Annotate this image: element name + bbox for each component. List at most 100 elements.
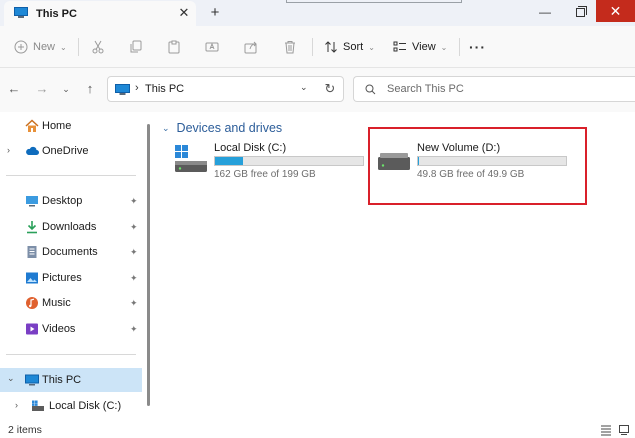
sidebar-item-local-disk-c[interactable]: › Local Disk (C:) xyxy=(0,394,142,418)
content-pane: ⌄ Devices and drives Local Disk (C:) 162… xyxy=(156,112,635,438)
address-dropdown-button[interactable]: ⌄ xyxy=(300,82,308,93)
sidebar-item-home[interactable]: Home xyxy=(0,114,142,138)
tab-drag-outline xyxy=(286,0,462,3)
home-icon xyxy=(25,119,39,132)
refresh-button[interactable]: ↻ xyxy=(322,81,338,97)
details-view-icon[interactable] xyxy=(600,424,612,436)
tab-this-pc[interactable]: This PC ✕ xyxy=(4,1,196,26)
desktop-icon xyxy=(26,196,38,207)
sort-button-label: Sort xyxy=(343,41,364,53)
chevron-down-icon: ⌄ xyxy=(440,42,448,52)
search-icon xyxy=(365,84,376,95)
drive-usage-bar xyxy=(214,156,364,166)
more-icon: ··· xyxy=(469,39,486,55)
windows-drive-icon xyxy=(175,145,207,172)
pin-icon: ✦ xyxy=(130,273,138,283)
sidebar-item-music[interactable]: Music ✦ xyxy=(0,291,142,315)
search-box[interactable]: Search This PC xyxy=(353,76,635,102)
sidebar-item-desktop[interactable]: Desktop ✦ xyxy=(0,189,142,213)
view-icon xyxy=(393,41,406,52)
highlight-annotation-box xyxy=(368,127,587,205)
search-placeholder: Search This PC xyxy=(387,83,464,95)
sidebar-scrollbar[interactable] xyxy=(147,124,150,406)
group-title: Devices and drives xyxy=(176,121,283,135)
new-tab-button[interactable]: + xyxy=(206,4,224,22)
computer-icon xyxy=(14,7,28,18)
restore-button[interactable] xyxy=(566,3,596,23)
tiles-view-icon[interactable] xyxy=(618,424,630,436)
close-window-button[interactable]: ✕ xyxy=(596,0,635,22)
drive-icon xyxy=(32,400,44,411)
sidebar-item-videos[interactable]: Videos ✦ xyxy=(0,317,142,341)
chevron-down-icon[interactable]: ⌄ xyxy=(7,373,17,384)
download-icon xyxy=(27,221,37,234)
sidebar-item-downloads[interactable]: Downloads ✦ xyxy=(0,215,142,239)
back-button[interactable]: ← xyxy=(6,81,22,97)
pictures-icon xyxy=(26,272,38,284)
new-button-label: New xyxy=(33,41,56,53)
status-bar: 2 items xyxy=(0,422,635,438)
videos-icon xyxy=(26,323,38,335)
trash-icon xyxy=(285,41,295,54)
drive-tile-c[interactable]: Local Disk (C:) 162 GB free of 199 GB xyxy=(174,140,374,186)
sidebar-item-label: Pictures xyxy=(42,272,82,284)
sort-button[interactable]: Sort ⌄ xyxy=(324,37,375,57)
sidebar-divider xyxy=(6,175,136,176)
copy-button[interactable] xyxy=(129,37,143,57)
toolbar-divider xyxy=(78,38,79,56)
recent-locations-button[interactable]: ⌄ xyxy=(58,81,74,97)
sidebar-item-label: Music xyxy=(42,297,71,309)
breadcrumb-separator: › xyxy=(135,82,139,94)
chevron-right-icon[interactable]: › xyxy=(7,145,17,155)
paste-icon xyxy=(168,40,180,54)
sidebar-item-label: Documents xyxy=(42,246,98,258)
close-tab-button[interactable]: ✕ xyxy=(176,5,192,21)
sidebar-item-label: Local Disk (C:) xyxy=(49,400,122,412)
rename-button[interactable] xyxy=(205,37,219,57)
chevron-down-icon: ⌄ xyxy=(368,42,375,52)
drive-usage-fill xyxy=(215,157,243,165)
computer-icon xyxy=(25,374,39,386)
cloud-icon xyxy=(26,146,39,155)
sort-icon xyxy=(325,41,337,53)
view-button[interactable]: View ⌄ xyxy=(393,37,447,57)
chevron-right-icon[interactable]: › xyxy=(15,400,25,410)
sidebar-item-documents[interactable]: Documents ✦ xyxy=(0,240,142,264)
up-button[interactable]: ↑ xyxy=(82,81,98,97)
sidebar-item-onedrive[interactable]: › OneDrive xyxy=(0,139,142,163)
sidebar-divider xyxy=(6,354,136,355)
pin-icon: ✦ xyxy=(130,298,138,308)
tab-title: This PC xyxy=(36,8,77,20)
sidebar-item-label: Home xyxy=(42,120,72,132)
address-row: ← → ⌄ ↑ › This PC ⌄ ↻ Search This PC xyxy=(0,68,635,112)
forward-button[interactable]: → xyxy=(34,81,50,97)
toolbar-divider xyxy=(459,38,460,56)
scissors-icon xyxy=(92,40,104,54)
sidebar-item-label: Desktop xyxy=(42,195,83,207)
minimize-button[interactable]: — xyxy=(530,3,560,23)
group-header-devices[interactable]: ⌄ Devices and drives xyxy=(162,121,282,135)
sidebar-item-pictures[interactable]: Pictures ✦ xyxy=(0,266,142,290)
chevron-down-icon: ⌄ xyxy=(60,42,67,52)
more-options-button[interactable]: ··· xyxy=(469,37,486,57)
cut-button[interactable] xyxy=(91,37,105,57)
sidebar-item-label: OneDrive xyxy=(42,145,89,157)
pin-icon: ✦ xyxy=(130,196,138,206)
music-icon xyxy=(26,297,38,309)
chevron-down-icon: ⌄ xyxy=(162,122,170,133)
drive-free-space: 162 GB free of 199 GB xyxy=(214,169,316,180)
restore-icon xyxy=(576,8,585,17)
copy-icon xyxy=(130,40,142,53)
sidebar-item-this-pc[interactable]: ⌄ This PC xyxy=(0,368,142,392)
address-bar[interactable]: › This PC ⌄ xyxy=(107,76,344,102)
rename-icon xyxy=(205,42,219,52)
delete-button[interactable] xyxy=(283,37,297,57)
paste-button[interactable] xyxy=(167,37,181,57)
sidebar-item-label: This PC xyxy=(42,374,82,386)
sidebar-item-label: Videos xyxy=(42,323,76,335)
share-button[interactable] xyxy=(244,37,258,57)
share-icon xyxy=(244,41,257,54)
breadcrumb-this-pc[interactable]: This PC xyxy=(145,83,184,95)
pin-icon: ✦ xyxy=(130,222,138,232)
new-button[interactable]: New ⌄ xyxy=(14,37,67,57)
